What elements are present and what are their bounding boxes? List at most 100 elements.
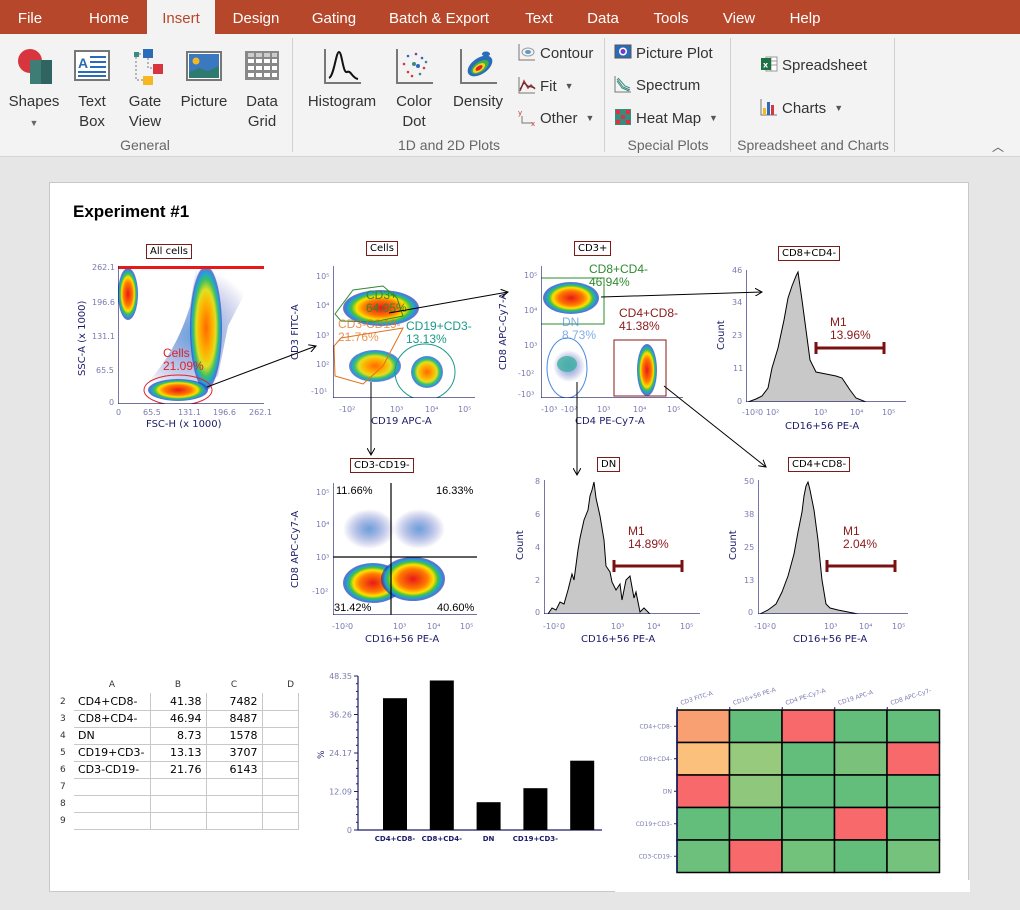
cell[interactable] xyxy=(262,693,299,711)
tab-batch-export[interactable]: Batch & Export xyxy=(383,0,495,34)
spreadsheet-button[interactable]: x Spreadsheet xyxy=(760,54,867,78)
other-button[interactable]: y x Other ▼ xyxy=(518,106,594,130)
picture-plot-button[interactable]: Picture Plot xyxy=(614,42,713,66)
collapse-ribbon-icon[interactable]: ︿ xyxy=(992,138,1004,155)
heat-map-button[interactable]: Heat Map ▼ xyxy=(614,106,718,130)
bar[interactable] xyxy=(523,788,548,830)
heat-map-cell[interactable] xyxy=(676,709,731,744)
cell[interactable]: 21.76 xyxy=(150,761,207,779)
cell[interactable]: 7482 xyxy=(206,693,263,711)
heat-map-cell[interactable] xyxy=(676,806,731,841)
plot-title-cd3pos[interactable]: CD3+ xyxy=(574,241,612,256)
tab-text[interactable]: Text xyxy=(516,0,562,34)
heat-map-cell[interactable] xyxy=(676,839,731,874)
heat-map-cell[interactable] xyxy=(833,806,888,841)
tab-home[interactable]: Home xyxy=(75,0,143,34)
cell[interactable]: CD4+CD8- xyxy=(74,693,151,711)
column-header[interactable]: A xyxy=(74,677,150,693)
cell[interactable]: 3707 xyxy=(206,744,263,762)
cell[interactable] xyxy=(74,795,151,813)
cell[interactable] xyxy=(262,761,299,779)
plot-title-cells[interactable]: Cells xyxy=(366,241,398,256)
cell[interactable]: 41.38 xyxy=(150,693,207,711)
heat-map-cell[interactable] xyxy=(728,839,783,874)
cell[interactable] xyxy=(262,710,299,728)
cell[interactable]: CD8+CD4- xyxy=(74,710,151,728)
heat-map-cell[interactable] xyxy=(728,774,783,809)
gate-view-button[interactable]: Gate View xyxy=(124,46,166,132)
heat-map-cell[interactable] xyxy=(728,806,783,841)
picture-button[interactable]: Picture xyxy=(178,46,230,112)
heat-map-cell[interactable] xyxy=(886,806,941,841)
tab-tools[interactable]: Tools xyxy=(646,0,696,34)
bar[interactable] xyxy=(570,760,595,830)
cell[interactable] xyxy=(262,727,299,745)
cell[interactable]: 1578 xyxy=(206,727,263,745)
cell[interactable]: CD3-CD19- xyxy=(74,761,151,779)
bar[interactable] xyxy=(429,680,454,830)
heat-map-cell[interactable] xyxy=(728,709,783,744)
tab-view[interactable]: View xyxy=(716,0,762,34)
charts-button[interactable]: Charts ▼ xyxy=(760,96,843,120)
spreadsheet-grid[interactable]: A B C D 2 CD4+CD8- 41.38 7482 3 CD8+CD4- 46.9… xyxy=(57,677,300,830)
plot-title-cd4pos-cd8neg[interactable]: CD4+CD8- xyxy=(788,457,851,472)
cd8pos-cd4neg-histogram[interactable] xyxy=(746,270,906,402)
heat-map-cell[interactable] xyxy=(833,774,888,809)
heat-map[interactable]: CD4+CD8- CD8+CD4- DN CD19+CD3- CD3-CD19- CD3 … xyxy=(615,670,970,880)
cell[interactable] xyxy=(150,795,207,813)
cell[interactable]: 46.94 xyxy=(150,710,207,728)
cell[interactable]: 13.13 xyxy=(150,744,207,762)
heat-map-cell[interactable] xyxy=(676,741,731,776)
plot-title-cd3neg-cd19neg[interactable]: CD3-CD19- xyxy=(350,458,414,473)
heat-map-cell[interactable] xyxy=(676,774,731,809)
cell[interactable] xyxy=(262,795,299,813)
bar[interactable] xyxy=(476,802,501,830)
cell[interactable] xyxy=(150,778,207,796)
text-box-button[interactable]: A Text Box xyxy=(72,46,112,132)
heat-map-cell[interactable] xyxy=(728,741,783,776)
column-header[interactable]: C xyxy=(206,677,262,693)
tab-insert[interactable]: Insert xyxy=(147,0,215,35)
data-grid-button[interactable]: Data Grid xyxy=(240,46,284,132)
plot-title-all-cells[interactable]: All cells xyxy=(146,244,192,259)
heat-map-cell[interactable] xyxy=(781,839,836,874)
contour-button[interactable]: Contour xyxy=(518,42,593,66)
all-cells-density-plot[interactable] xyxy=(118,266,264,404)
heat-map-cell[interactable] xyxy=(781,774,836,809)
tab-help[interactable]: Help xyxy=(782,0,828,34)
plot-title-dn[interactable]: DN xyxy=(597,457,621,472)
heat-map-cell[interactable] xyxy=(886,839,941,874)
cell[interactable] xyxy=(262,778,299,796)
tab-file[interactable]: File xyxy=(0,0,60,34)
bar[interactable] xyxy=(383,698,407,830)
heat-map-cell[interactable] xyxy=(781,741,836,776)
density-button[interactable]: Density xyxy=(450,46,506,112)
cell[interactable] xyxy=(262,812,299,830)
spectrum-button[interactable]: Spectrum xyxy=(614,74,700,98)
heat-map-cell[interactable] xyxy=(886,741,941,776)
heat-map-cell[interactable] xyxy=(833,839,888,874)
color-dot-button[interactable]: Color Dot xyxy=(392,46,436,132)
cd3neg-cd19neg-quadrant-plot[interactable] xyxy=(333,483,477,615)
heat-map-cell[interactable] xyxy=(886,709,941,744)
cell[interactable] xyxy=(206,778,263,796)
column-header[interactable]: D xyxy=(262,677,298,693)
tab-gating[interactable]: Gating xyxy=(300,0,368,34)
heat-map-cell[interactable] xyxy=(833,741,888,776)
cell[interactable]: 6143 xyxy=(206,761,263,779)
histogram-button[interactable]: Histogram xyxy=(304,46,380,112)
heat-map-cell[interactable] xyxy=(781,709,836,744)
cell[interactable] xyxy=(74,812,151,830)
page-title[interactable]: Experiment #1 xyxy=(73,202,189,222)
cell[interactable] xyxy=(262,744,299,762)
cell[interactable] xyxy=(206,795,263,813)
tab-design[interactable]: Design xyxy=(222,0,290,34)
fit-button[interactable]: Fit ▼ xyxy=(518,74,574,98)
cell[interactable]: 8487 xyxy=(206,710,263,728)
cell[interactable] xyxy=(74,778,151,796)
plot-title-cd8pos-cd4neg[interactable]: CD8+CD4- xyxy=(778,246,841,261)
heat-map-cell[interactable] xyxy=(886,774,941,809)
cell[interactable]: 8.73 xyxy=(150,727,207,745)
cell[interactable] xyxy=(206,812,263,830)
cell[interactable]: CD19+CD3- xyxy=(74,744,151,762)
